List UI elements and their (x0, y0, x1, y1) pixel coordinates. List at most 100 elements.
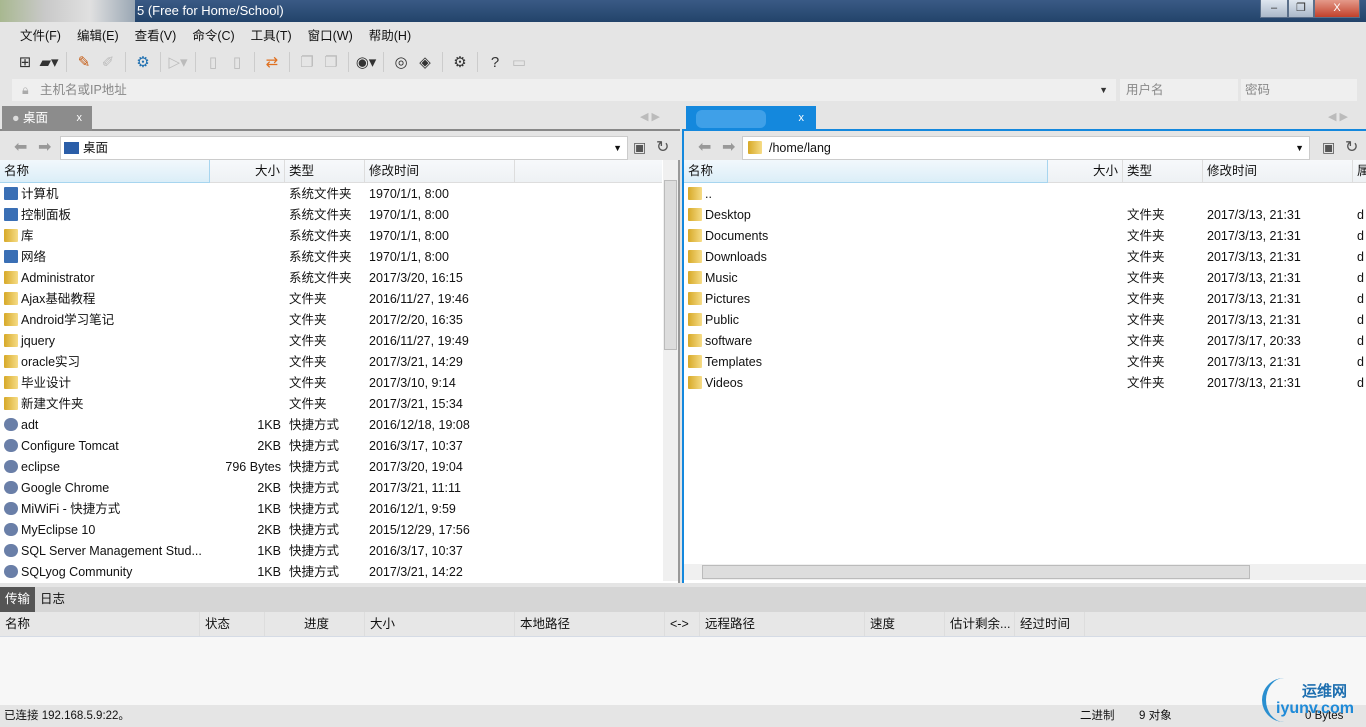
menu-tools[interactable]: 工具(T) (251, 25, 292, 44)
file-row[interactable]: Templates 文件夹 2017/3/13, 21:31 d (684, 352, 1366, 373)
col-name[interactable]: 名称 (684, 160, 1048, 183)
menu-command[interactable]: 命令(C) (192, 25, 234, 44)
file-row[interactable]: Ajax基础教程 文件夹 2016/11/27, 19:46 (0, 289, 662, 310)
connect-icon[interactable]: ✎ (73, 51, 95, 73)
menu-window[interactable]: 窗口(W) (308, 25, 353, 44)
file-row[interactable]: Google Chrome 2KB 快捷方式 2017/3/21, 11:11 (0, 478, 662, 499)
tab-remote[interactable]: x (686, 106, 816, 131)
forward-icon[interactable]: ➡ (722, 137, 735, 157)
play-icon[interactable]: ▷▾ (167, 51, 189, 73)
file-row[interactable]: Android学习笔记 文件夹 2017/2/20, 16:35 (0, 310, 662, 331)
remote-path-input[interactable]: /home/lang ▼ (742, 136, 1310, 160)
back-icon[interactable]: ⬅ (14, 137, 27, 157)
refresh-icon[interactable]: ↻ (1345, 137, 1358, 157)
col-modified[interactable]: 修改时间 (1203, 160, 1353, 183)
file-row[interactable]: oracle实习 文件夹 2017/3/21, 14:29 (0, 352, 662, 373)
upload-icon[interactable]: ▯ (202, 51, 224, 73)
file-row[interactable]: Videos 文件夹 2017/3/13, 21:31 d (684, 373, 1366, 394)
menu-help[interactable]: 帮助(H) (369, 25, 411, 44)
local-path-input[interactable]: 桌面 ▼ (60, 136, 628, 160)
col-size[interactable]: 大小 (365, 612, 515, 636)
file-row[interactable]: eclipse 796 Bytes 快捷方式 2017/3/20, 19:04 (0, 457, 662, 478)
chevron-down-icon[interactable]: ▼ (1099, 79, 1108, 101)
minimize-button[interactable]: – (1260, 0, 1288, 18)
file-row[interactable]: Pictures 文件夹 2017/3/13, 21:31 d (684, 289, 1366, 310)
file-row[interactable]: MyEclipse 10 2KB 快捷方式 2015/12/29, 17:56 (0, 520, 662, 541)
file-row[interactable]: 控制面板 系统文件夹 1970/1/1, 8:00 (0, 205, 662, 226)
scrollbar-thumb[interactable] (702, 565, 1250, 579)
col-type[interactable]: 类型 (285, 160, 365, 183)
sync-icon[interactable]: ⇄ (261, 51, 283, 73)
col-status[interactable]: 状态 (200, 612, 265, 636)
tab-scroll-arrows[interactable]: ◀ ▶ (1328, 110, 1348, 123)
chat-icon[interactable]: ▭ (508, 51, 530, 73)
globe-icon[interactable]: ◉▾ (355, 51, 377, 73)
col-modified[interactable]: 修改时间 (365, 160, 515, 183)
file-row[interactable]: SQL Server Management Stud... 1KB 快捷方式 2016… (0, 541, 662, 562)
scrollbar-thumb[interactable] (664, 180, 677, 350)
col-elapsed[interactable]: 经过时间 (1015, 612, 1085, 636)
file-row[interactable]: 新建文件夹 文件夹 2017/3/21, 15:34 (0, 394, 662, 415)
file-row[interactable]: Desktop 文件夹 2017/3/13, 21:31 d (684, 205, 1366, 226)
close-button[interactable]: X (1314, 0, 1360, 18)
col-attr[interactable]: 属 (1353, 160, 1366, 183)
file-row[interactable]: .. (684, 184, 1366, 205)
file-row[interactable]: Documents 文件夹 2017/3/13, 21:31 d (684, 226, 1366, 247)
col-eta[interactable]: 估计剩余... (945, 612, 1015, 636)
file-row[interactable]: software 文件夹 2017/3/17, 20:33 d (684, 331, 1366, 352)
back-icon[interactable]: ⬅ (698, 137, 711, 157)
chevron-down-icon[interactable]: ▼ (1295, 137, 1304, 159)
file-row[interactable]: MiWiFi - 快捷方式 1KB 快捷方式 2016/12/1, 9:59 (0, 499, 662, 520)
tab-transfer[interactable]: 传输 (0, 587, 36, 612)
paste-icon[interactable]: ❐ (320, 51, 342, 73)
username-input[interactable]: 用户名 (1120, 79, 1238, 101)
file-row[interactable]: jquery 文件夹 2016/11/27, 19:49 (0, 331, 662, 352)
col-direction[interactable]: <-> (665, 612, 700, 636)
file-row[interactable]: 计算机 系统文件夹 1970/1/1, 8:00 (0, 184, 662, 205)
host-input[interactable]: 🔒︎ 主机名或IP地址 ▼ (12, 79, 1116, 101)
parent-folder-icon[interactable]: ▣ (633, 139, 646, 156)
col-remote-path[interactable]: 远程路径 (700, 612, 865, 636)
forward-icon[interactable]: ➡ (38, 137, 51, 157)
parent-folder-icon[interactable]: ▣ (1322, 139, 1335, 156)
col-size[interactable]: 大小 (210, 160, 285, 183)
copy-icon[interactable]: ❐ (296, 51, 318, 73)
chevron-down-icon[interactable]: ▼ (613, 137, 622, 159)
menu-view[interactable]: 查看(V) (135, 25, 177, 44)
file-row[interactable]: 网络 系统文件夹 1970/1/1, 8:00 (0, 247, 662, 268)
xftp-icon[interactable]: ◈ (414, 51, 436, 73)
open-folder-icon[interactable]: ▰▾ (38, 51, 60, 73)
file-row[interactable]: adt 1KB 快捷方式 2016/12/18, 19:08 (0, 415, 662, 436)
properties-icon[interactable]: ⚙ (132, 51, 154, 73)
refresh-icon[interactable]: ↻ (656, 137, 669, 157)
file-row[interactable]: Music 文件夹 2017/3/13, 21:31 d (684, 268, 1366, 289)
col-type[interactable]: 类型 (1123, 160, 1203, 183)
file-row[interactable]: SQLyog Community 1KB 快捷方式 2017/3/21, 14:22 (0, 562, 662, 583)
gear-icon[interactable]: ⚙ (449, 51, 471, 73)
tab-desktop[interactable]: ● 桌面 x (2, 106, 92, 131)
new-session-icon[interactable]: ⊞ (14, 51, 36, 73)
tab-close-button[interactable]: x (799, 106, 805, 131)
col-name[interactable]: 名称 (0, 612, 200, 636)
menu-edit[interactable]: 编辑(E) (77, 25, 119, 44)
restore-button[interactable]: ❐ (1288, 0, 1314, 18)
col-local-path[interactable]: 本地路径 (515, 612, 665, 636)
tab-scroll-arrows[interactable]: ◀ ▶ (640, 110, 660, 123)
help-icon[interactable]: ? (484, 51, 506, 73)
password-input[interactable]: 密码 (1241, 79, 1357, 101)
local-scrollbar[interactable] (663, 160, 678, 581)
tab-log[interactable]: 日志 (35, 587, 70, 612)
col-size[interactable]: 大小 (1048, 160, 1123, 183)
file-row[interactable]: 毕业设计 文件夹 2017/3/10, 9:14 (0, 373, 662, 394)
xshell-icon[interactable]: ◎ (390, 51, 412, 73)
file-row[interactable]: Public 文件夹 2017/3/13, 21:31 d (684, 310, 1366, 331)
file-row[interactable]: 库 系统文件夹 1970/1/1, 8:00 (0, 226, 662, 247)
remote-hscrollbar[interactable] (684, 564, 1366, 580)
col-speed[interactable]: 速度 (865, 612, 945, 636)
file-row[interactable]: Administrator 系统文件夹 2017/3/20, 16:15 (0, 268, 662, 289)
download-icon[interactable]: ▯ (226, 51, 248, 73)
menu-file[interactable]: 文件(F) (20, 25, 61, 44)
file-row[interactable]: Downloads 文件夹 2017/3/13, 21:31 d (684, 247, 1366, 268)
col-name[interactable]: 名称 (0, 160, 210, 183)
col-progress[interactable]: 进度 (265, 612, 365, 636)
